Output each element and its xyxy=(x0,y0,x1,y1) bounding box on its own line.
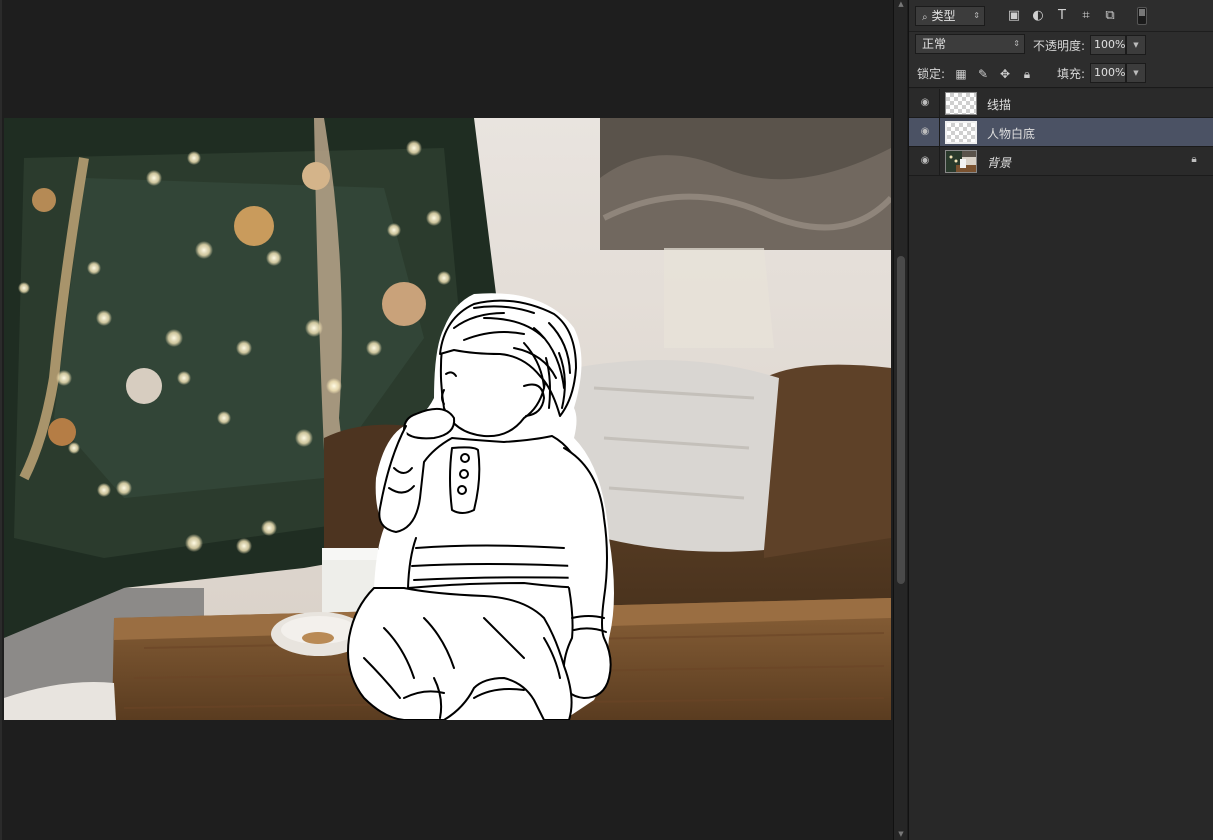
workspace-edge xyxy=(0,0,2,840)
divider xyxy=(939,147,940,176)
lock-move-icon[interactable]: ✥ xyxy=(997,66,1013,82)
fill-input[interactable]: 100% xyxy=(1090,63,1126,83)
lock-transparent-icon[interactable]: ▦ xyxy=(953,66,969,82)
shape-icon[interactable]: ⌗ xyxy=(1077,7,1095,25)
divider xyxy=(939,118,940,147)
type-icon[interactable]: T xyxy=(1053,7,1071,25)
blend-mode-select[interactable]: 正常 ⇕ xyxy=(915,34,1025,54)
opacity-dropdown-icon[interactable]: ▼ xyxy=(1126,35,1146,55)
opacity-label: 不透明度: xyxy=(1033,39,1086,53)
image-icon[interactable]: ▣ xyxy=(1005,7,1023,25)
filter-toggle[interactable] xyxy=(1137,7,1147,25)
fill-label: 填充: xyxy=(1057,67,1086,81)
scrollbar-thumb[interactable] xyxy=(897,256,905,584)
lock-all-icon[interactable]: 🔒︎ xyxy=(1019,66,1035,82)
layer-name[interactable]: 背景 xyxy=(987,154,1011,171)
layer-filter-row: ⌕ 类型 ⇕ ▣ ◐ T ⌗ ⧉ xyxy=(909,0,1213,32)
workspace xyxy=(0,0,893,840)
blend-row: 正常 ⇕ 不透明度: 100% ▼ xyxy=(909,32,1213,60)
opacity-input[interactable]: 100% xyxy=(1090,35,1126,55)
vertical-scrollbar[interactable]: ▲ ▼ xyxy=(893,0,907,840)
eye-icon[interactable]: ◉ xyxy=(917,96,933,110)
layer-thumbnail xyxy=(945,150,977,173)
eye-icon[interactable]: ◉ xyxy=(917,125,933,139)
fill-dropdown-icon[interactable]: ▼ xyxy=(1126,63,1146,83)
search-icon: ⌕ xyxy=(922,12,928,23)
layer-row-background[interactable]: ◉ 背景 🔒︎ xyxy=(909,147,1213,176)
layer-name[interactable]: 线描 xyxy=(987,96,1011,113)
document-canvas[interactable] xyxy=(4,118,891,720)
scroll-up-icon[interactable]: ▲ xyxy=(897,0,905,8)
updown-arrow-icon: ⇕ xyxy=(973,11,980,20)
lock-label: 锁定: xyxy=(917,67,946,81)
layer-row-white-figure[interactable]: ◉ 人物白底 xyxy=(909,118,1213,147)
lock-paint-icon[interactable]: ✎ xyxy=(975,66,991,82)
layer-row-linework[interactable]: ◉ 线描 xyxy=(909,89,1213,118)
layer-thumbnail xyxy=(945,92,977,115)
lock-icon: 🔒︎ xyxy=(1191,154,1197,165)
divider xyxy=(939,89,940,118)
canvas-image xyxy=(4,118,891,720)
adjustment-icon[interactable]: ◐ xyxy=(1029,7,1047,25)
layer-filter-label: 类型 xyxy=(931,9,956,23)
layer-filter-select[interactable]: ⌕ 类型 ⇕ xyxy=(915,6,985,26)
blend-mode-value: 正常 xyxy=(922,37,947,51)
layer-name[interactable]: 人物白底 xyxy=(987,125,1035,142)
layer-list-empty-area[interactable] xyxy=(909,178,1213,840)
layers-panel: ⌕ 类型 ⇕ ▣ ◐ T ⌗ ⧉ 正常 ⇕ 不透明度: 100% ▼ 锁定: 1… xyxy=(908,0,1213,840)
eye-icon[interactable]: ◉ xyxy=(917,154,933,168)
smart-object-icon[interactable]: ⧉ xyxy=(1101,7,1119,25)
updown-arrow-icon: ⇕ xyxy=(1013,39,1020,48)
layer-list: ◉ 线描 ◉ 人物白底 ◉ 背景 🔒︎ xyxy=(909,89,1213,176)
layer-thumbnail xyxy=(945,121,977,144)
scroll-down-icon[interactable]: ▼ xyxy=(897,830,905,838)
